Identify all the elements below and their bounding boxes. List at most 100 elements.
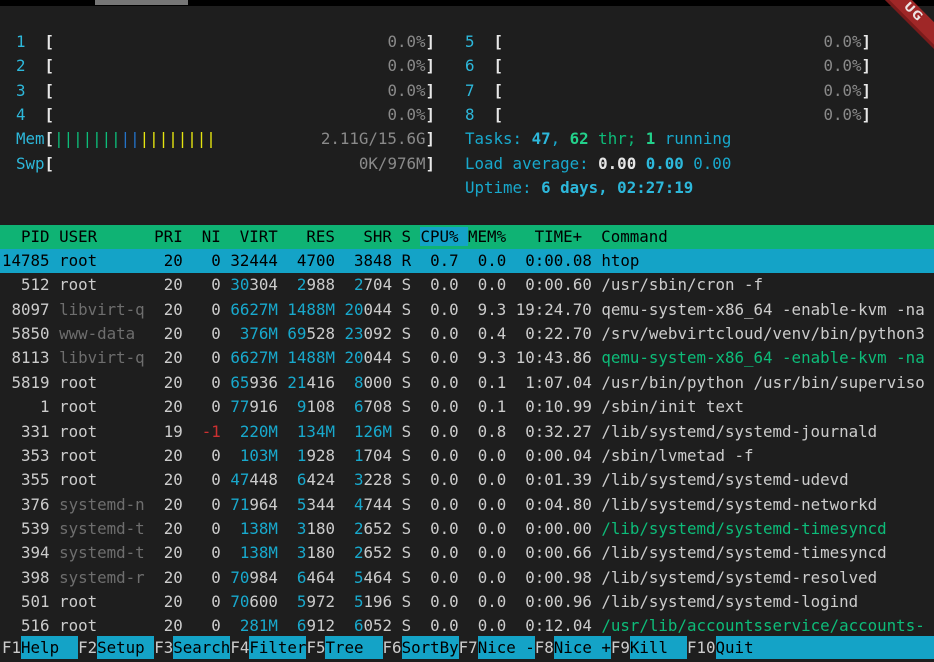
cell-command: /lib/systemd/systemd-udevd [601,470,848,489]
cell-pid: 355 [2,470,50,489]
process-row-8097[interactable]: 8097 libvirt-q 20 0 6627M 1488M 20044 S … [0,298,934,322]
cell-command: /sbin/init text [601,397,744,416]
cell-virt-tail: 304 [249,275,278,294]
cell-state: S [402,397,412,416]
meter-value: 0.0% [823,79,861,103]
meter-open-bracket: [ [45,152,55,176]
process-row-516[interactable]: 516 root 20 0 281M 6912 6052 S 0.0 0.0 0… [0,614,934,638]
cell-ni: 0 [192,470,221,489]
meter-bars: ||||||||||||||||| [54,127,216,151]
fbar-filler [754,636,934,659]
cpu-meter-5: 5 [0.0%] [465,30,871,54]
process-row-501[interactable]: 501 root 20 0 70600 5972 5196 S 0.0 0.0 … [0,590,934,614]
cell-pri: 20 [154,251,183,270]
meter-spacer [54,79,387,103]
cell-command: /lib/systemd/systemd-networkd [601,495,877,514]
cell-pid: 8113 [2,348,50,367]
fkey-f8-nice-+[interactable]: F8Nice + [535,636,611,659]
cell-ni: 0 [192,348,221,367]
fkey-f2-setup[interactable]: F2Setup [78,636,154,659]
process-row-1[interactable]: 1 root 20 0 77916 9108 6708 S 0.0 0.1 0:… [0,395,934,419]
cell-pri: 20 [154,446,183,465]
cell-shr-tail: 092 [364,324,393,343]
fkey-f9-kill[interactable]: F9Kill [611,636,687,659]
meter-close-bracket: ] [861,79,871,103]
cell-ni: -1 [192,422,221,441]
fkey-key: F5 [306,636,325,659]
cell-pri: 20 [154,397,183,416]
cell-virt: 6627M [230,300,278,319]
cell-command: qemu-system-x86_64 -enable-kvm -na [601,348,924,367]
cell-pri: 20 [154,348,183,367]
cell-virt-tail: 448 [249,470,278,489]
cell-cpu-pct: 0.0 [421,470,459,489]
process-row-14785[interactable]: 14785 root 20 0 32444 4700 3848 R 0.7 0.… [0,249,934,273]
fkey-label: Tree [325,636,382,659]
cell-time: 10:43.86 [516,348,592,367]
fkey-f6-sortby[interactable]: F6SortBy [383,636,459,659]
process-table: PID USER PRI NI VIRT RES SHR S CPU% MEM%… [0,225,934,639]
fkey-f5-tree[interactable]: F5Tree [306,636,382,659]
cell-ni: 0 [192,446,221,465]
header-columns[interactable]: PID USER PRI NI VIRT RES SHR S [2,227,420,246]
process-row-398[interactable]: 398 systemd-r 20 0 70984 6464 5464 S 0.0… [0,566,934,590]
cell-shr-tail: 848 [364,251,393,270]
process-row-5850[interactable]: 5850 www-data 20 0 376M 69528 23092 S 0.… [0,322,934,346]
cell-pid: 501 [2,592,50,611]
cell-virt: 220M [230,422,278,441]
table-header-row[interactable]: PID USER PRI NI VIRT RES SHR S CPU% MEM%… [0,225,934,249]
cell-cpu-pct: 0.0 [421,616,459,635]
process-row-539[interactable]: 539 systemd-t 20 0 138M 3180 2652 S 0.0 … [0,517,934,541]
cell-res: 134M [287,422,335,441]
cell-mem-pct: 0.0 [468,470,506,489]
fkey-f7-nice--[interactable]: F7Nice - [459,636,535,659]
cell-mem-pct: 0.8 [468,422,506,441]
cell-mem-pct: 9.3 [468,300,506,319]
meter-value: 0.0% [387,54,425,78]
process-row-5819[interactable]: 5819 root 20 0 65936 21416 8000 S 0.0 0.… [0,371,934,395]
cell-state: S [402,373,412,392]
process-row-394[interactable]: 394 systemd-t 20 0 138M 3180 2652 S 0.0 … [0,541,934,565]
top-scroll-handle[interactable] [95,0,188,5]
meter-fill: |||||||||||||||||2.11G/15.6G [54,127,425,151]
cpu-meter-4: 4 [0.0%] [16,103,435,127]
fkey-label: Kill [630,636,687,659]
cell-time: 0:22.70 [516,324,592,343]
htop-terminal-screen: UG 1 [0.0%]2 [0.0%]3 [0.0%]4 [0.0%]Mem[|… [0,0,934,662]
process-row-512[interactable]: 512 root 20 0 30304 2988 2704 S 0.0 0.0 … [0,273,934,297]
process-row-353[interactable]: 353 root 20 0 103M 1928 1704 S 0.0 0.0 0… [0,444,934,468]
header-sort-column-cpu[interactable]: CPU% [420,227,468,246]
header-columns-after-sort[interactable]: MEM% TIME+ Command [468,227,668,246]
process-row-331[interactable]: 331 root 19 -1 220M 134M 126M S 0.0 0.8 … [0,420,934,444]
load-fifteen: 0.00 [693,152,731,176]
cell-pid: 512 [2,275,50,294]
cell-cpu-pct: 0.0 [421,397,459,416]
cell-virt: 65 [230,373,249,392]
cell-shr: 3 [345,470,364,489]
cell-shr: 5 [345,568,364,587]
cell-command: /lib/systemd/systemd-timesyncd [601,519,886,538]
fkey-f3-search[interactable]: F3Search [154,636,230,659]
cell-time: 0:00.96 [516,592,592,611]
fkey-f1-help[interactable]: F1Help [2,636,78,659]
fkey-f10-quit[interactable]: F10Quit [687,636,754,659]
cell-pid: 398 [2,568,50,587]
cell-pri: 20 [154,470,183,489]
cell-shr-tail: 228 [364,470,393,489]
cell-virt: 47 [230,470,249,489]
cell-res-tail: 180 [306,543,335,562]
meter-spacer [54,54,387,78]
fkey-f4-filter[interactable]: F4Filter [230,636,306,659]
cell-state: S [402,348,412,367]
cell-cpu-pct: 0.0 [421,495,459,514]
meter-spacer [503,103,823,127]
process-row-355[interactable]: 355 root 20 0 47448 6424 3228 S 0.0 0.0 … [0,468,934,492]
fkey-key: F7 [459,636,478,659]
cell-res-tail: 988 [306,275,335,294]
cell-virt: 376M [230,324,278,343]
process-row-376[interactable]: 376 systemd-n 20 0 71964 5344 4744 S 0.0… [0,493,934,517]
process-row-8113[interactable]: 8113 libvirt-q 20 0 6627M 1488M 20044 S … [0,346,934,370]
meter-value: 0.0% [387,79,425,103]
meter-open-bracket: [ [45,127,55,151]
meter-spacer [216,127,321,151]
